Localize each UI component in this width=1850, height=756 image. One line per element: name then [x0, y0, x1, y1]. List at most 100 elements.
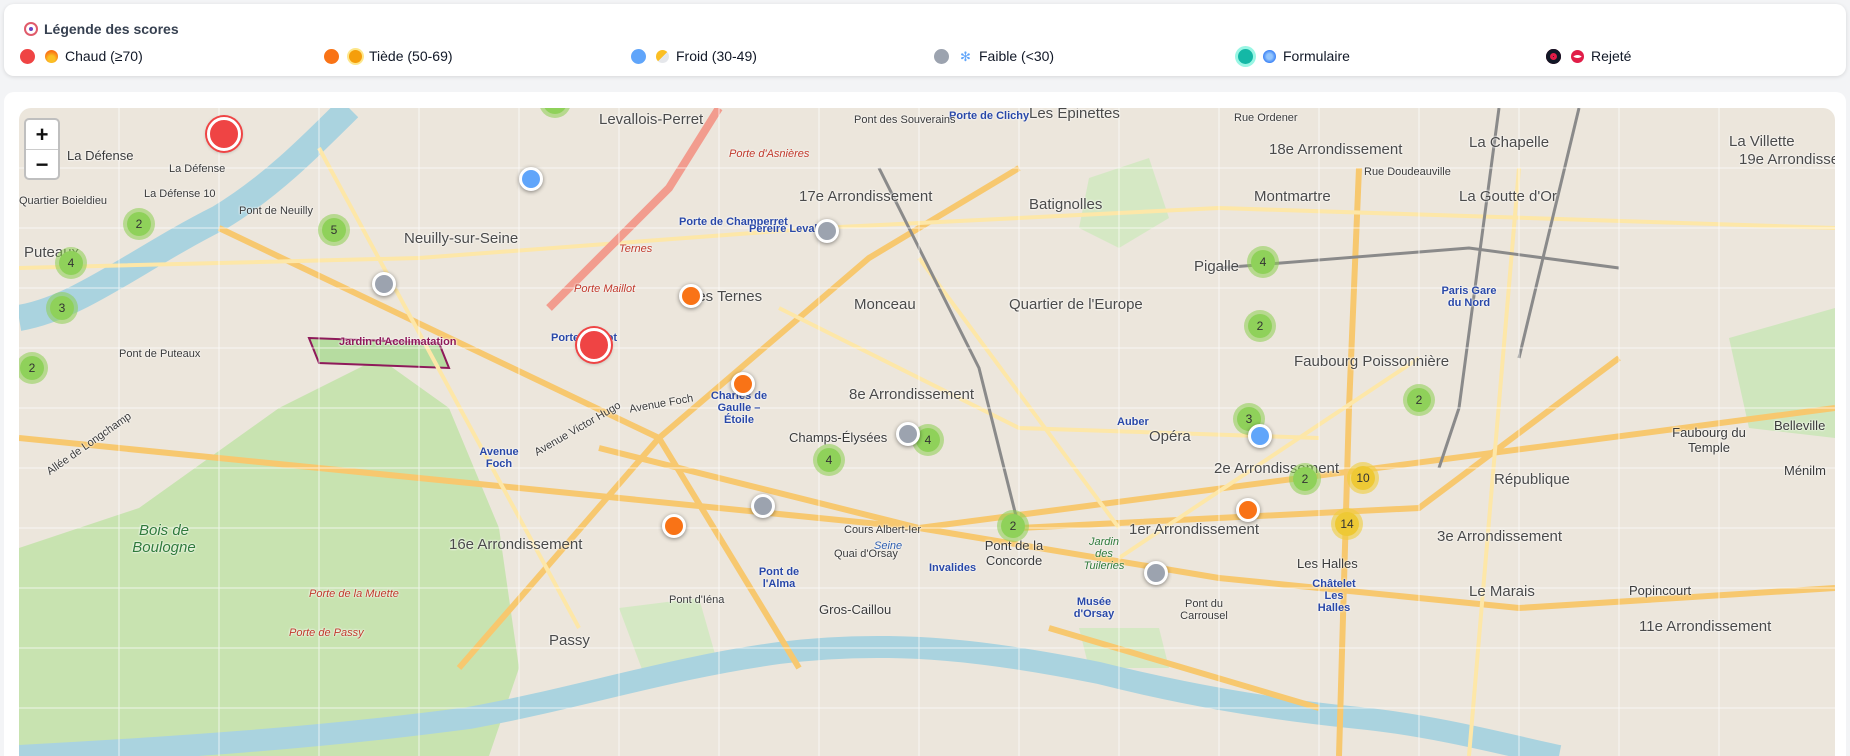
place-label: Avenue Foch	[479, 446, 519, 470]
marker-cluster[interactable]: 4	[55, 247, 87, 279]
legend-label-froid: Froid (30-49)	[676, 48, 757, 64]
legend-label-chaud: Chaud (≥70)	[65, 48, 143, 64]
place-label: Montmartre	[1254, 188, 1331, 205]
place-label: Le Marais	[1469, 583, 1535, 600]
cluster-count: 3	[50, 296, 74, 320]
lead-marker-faible[interactable]	[1144, 561, 1168, 585]
place-label: Jardin des Tuileries	[1083, 536, 1125, 572]
legend-item-chaud: Chaud (≥70)	[20, 48, 143, 64]
cluster-count: 2	[1293, 467, 1317, 491]
cluster-count: 2	[1407, 388, 1431, 412]
place-label: Pigalle	[1194, 258, 1240, 275]
cluster-count: 3	[543, 108, 567, 114]
cluster-count: 2	[1001, 514, 1025, 538]
place-label: Popincourt	[1629, 583, 1692, 598]
marker-cluster[interactable]: 2	[997, 510, 1029, 542]
place-label: Belleville	[1774, 418, 1826, 433]
legend-item-formulaire: Formulaire	[1238, 48, 1350, 64]
place-label: Seine	[874, 540, 903, 552]
lead-marker-tiede[interactable]	[679, 284, 703, 308]
place-label: Gros-Caillou	[819, 602, 892, 617]
marker-cluster[interactable]: 10	[1347, 462, 1379, 494]
legend-label-rejete: Rejeté	[1591, 48, 1632, 64]
place-label: Quartier Boieldieu	[19, 195, 108, 207]
legend-title: Légende des scores	[24, 21, 179, 37]
place-label: Les Halles	[1297, 556, 1358, 571]
orange-dot-icon	[324, 48, 339, 64]
lead-marker-faible[interactable]	[751, 494, 775, 518]
place-label: Faubourg Poissonnière	[1294, 353, 1450, 370]
zoom-in-button[interactable]: +	[26, 120, 58, 150]
marker-cluster[interactable]: 4	[1247, 246, 1279, 278]
place-label: Monceau	[854, 296, 916, 313]
place-label: Rue Doudeauville	[1364, 166, 1451, 178]
place-label: Porte de la Muette	[309, 588, 399, 600]
red-dot-icon	[20, 48, 35, 64]
place-label: Jardin d'Acclimatation	[339, 336, 457, 348]
place-label: La Chapelle	[1469, 134, 1550, 151]
lead-marker-froid[interactable]	[1248, 424, 1272, 448]
marker-cluster[interactable]: 3	[46, 292, 78, 324]
cluster-count: 2	[20, 356, 44, 380]
zoom-control: + −	[24, 118, 60, 180]
marker-cluster[interactable]: 2	[1289, 463, 1321, 495]
marker-cluster[interactable]: 5	[318, 214, 350, 246]
lead-marker-faible[interactable]	[815, 219, 839, 243]
marker-cluster[interactable]: 14	[1331, 508, 1363, 540]
place-label: Les Épinettes	[1029, 108, 1120, 122]
legend-item-rejete: Rejeté	[1546, 48, 1631, 64]
gray-dot-icon	[934, 48, 949, 64]
place-label: Pont d'Iéna	[669, 594, 725, 606]
place-label: Bois de Boulogne	[132, 522, 196, 556]
place-label: La Goutte d'Or	[1459, 188, 1557, 205]
place-label: Levallois-Perret	[599, 111, 704, 128]
lead-marker-faible[interactable]	[896, 422, 920, 446]
blue-dot-icon	[631, 48, 646, 64]
marker-cluster[interactable]: 4	[813, 444, 845, 476]
score-legend: Légende des scores Chaud (≥70) Tiède (50…	[4, 4, 1846, 76]
place-label: Neuilly-sur-Seine	[404, 230, 519, 247]
place-label: Opéra	[1149, 428, 1191, 445]
cluster-count: 4	[817, 448, 841, 472]
lead-marker-chaud[interactable]	[577, 328, 611, 362]
sun-behind-cloud-icon	[656, 49, 669, 63]
legend-item-froid: Froid (30-49)	[631, 48, 757, 64]
place-label: Paris Gare du Nord	[1441, 285, 1497, 309]
teal-dot-icon	[1238, 48, 1253, 64]
cluster-count: 5	[322, 218, 346, 242]
place-label: La Défense 10	[144, 188, 216, 200]
lead-marker-froid[interactable]	[519, 167, 543, 191]
place-label: 1er Arrondissement	[1129, 521, 1260, 538]
lead-marker-tiede[interactable]	[1236, 498, 1260, 522]
place-label: Faubourg du Temple	[1672, 425, 1746, 455]
place-label: 16e Arrondissement	[449, 536, 583, 553]
marker-cluster[interactable]: 2	[123, 208, 155, 240]
place-label: Batignolles	[1029, 196, 1103, 213]
place-label: La Villette	[1729, 133, 1795, 150]
place-label: Pont de Neuilly	[239, 205, 313, 217]
legend-title-text: Légende des scores	[44, 21, 179, 37]
fire-icon	[45, 49, 58, 63]
place-label: 11e Arrondissement	[1639, 618, 1772, 635]
lead-marker-tiede[interactable]	[731, 372, 755, 396]
zoom-out-button[interactable]: −	[26, 150, 58, 179]
place-label: République	[1494, 471, 1570, 488]
place-label: Pont de Puteaux	[119, 348, 201, 360]
place-label: 18e Arrondissement	[1269, 141, 1403, 158]
marker-cluster[interactable]: 2	[1403, 384, 1435, 416]
place-label: Ternes	[619, 243, 653, 255]
place-label: Cours Albert-Ier	[844, 524, 922, 536]
no-entry-icon	[1571, 49, 1584, 63]
lead-marker-faible[interactable]	[372, 272, 396, 296]
marker-cluster[interactable]: 2	[1244, 310, 1276, 342]
lead-marker-chaud[interactable]	[207, 117, 241, 151]
sun-icon	[349, 49, 362, 63]
place-label: Auber	[1117, 416, 1149, 428]
legend-item-faible: ✻ Faible (<30)	[934, 48, 1054, 64]
place-label: 19e Arrondissement	[1739, 151, 1835, 168]
cluster-count: 4	[1251, 250, 1275, 274]
place-label: Porte de Passy	[289, 627, 364, 639]
map-view[interactable]: Levallois-Perret La Défense Quartier Boi…	[19, 108, 1835, 756]
place-label: Pont de l'Alma	[758, 566, 800, 590]
lead-marker-tiede[interactable]	[662, 514, 686, 538]
